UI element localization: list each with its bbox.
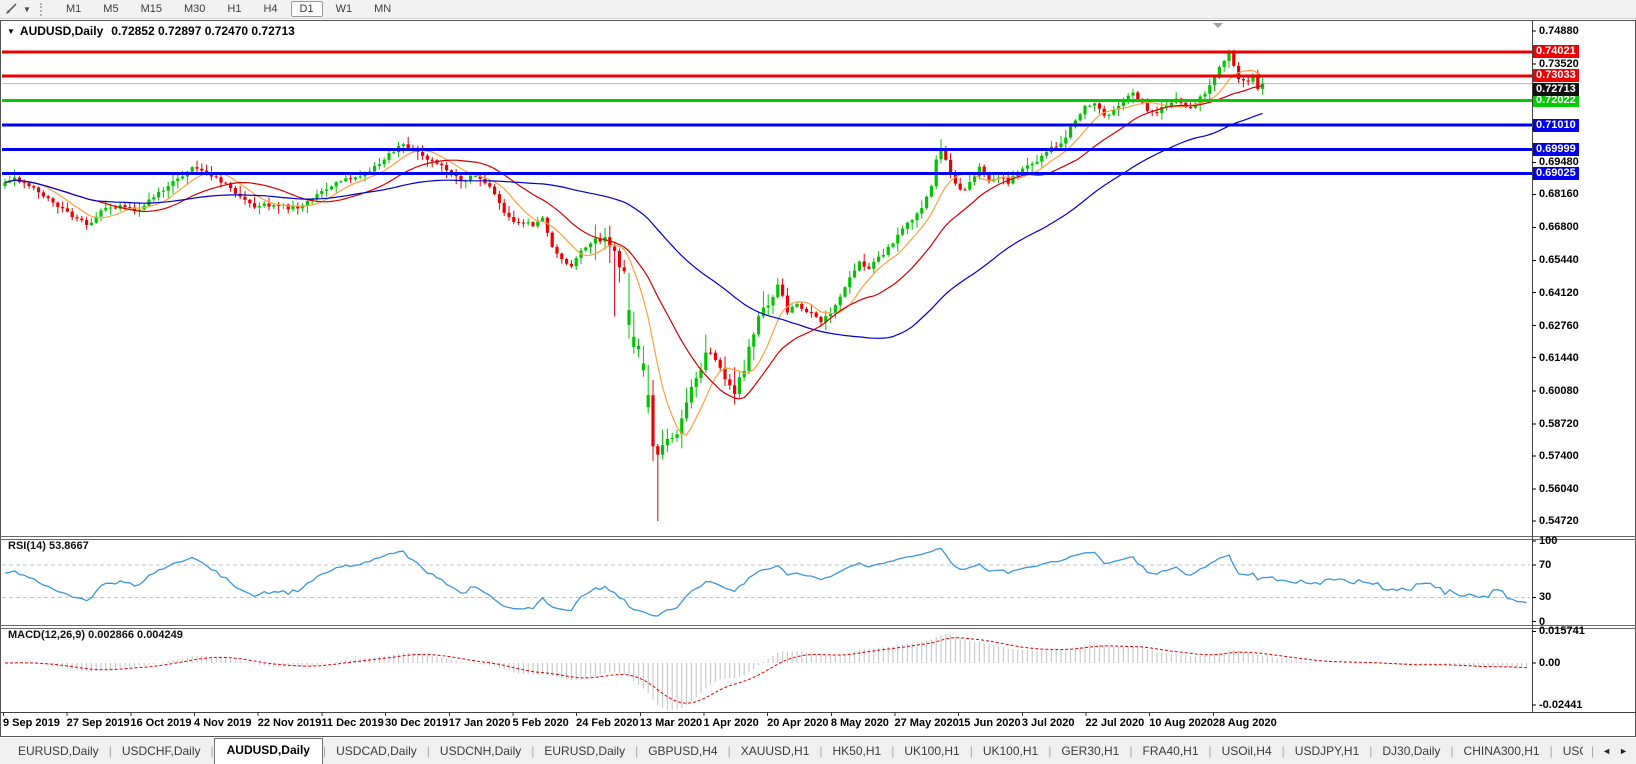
chart-symbol: AUDUSD,Daily [19,24,104,38]
macd-label: MACD(12,26,9) 0.002866 0.004249 [8,629,183,641]
trading-platform-window: ▼ M1 M5 M15 M30 H1 H4 D1 W1 MN ▼ AUDUSD,Daily 0.72… [0,0,1636,764]
chart-ohlc-values: 0.72852 0.72897 0.72470 0.72713 [111,24,295,38]
chart-title: ▼ AUDUSD,Daily 0.72852 0.72897 0.72470 0.7… [7,24,295,38]
chart-canvas[interactable] [0,0,1636,764]
rsi-label: RSI(14) 53.8667 [8,540,89,552]
chart-dropdown-icon[interactable]: ▼ [7,27,15,36]
